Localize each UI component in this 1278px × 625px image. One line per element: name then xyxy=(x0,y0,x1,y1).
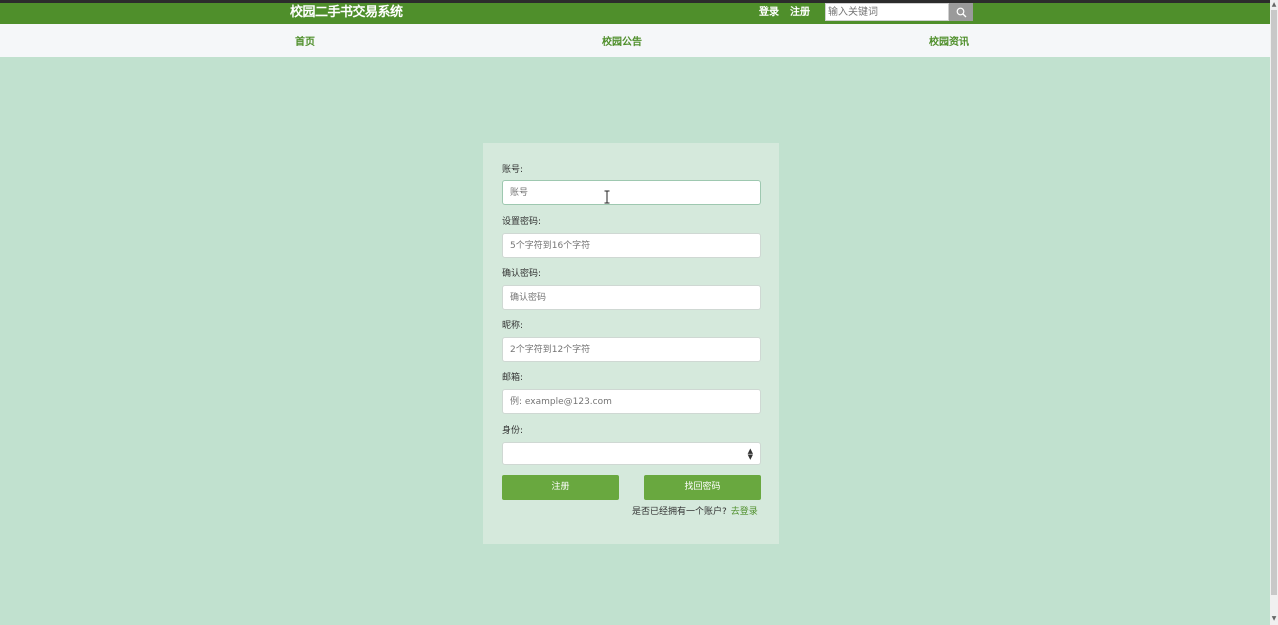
find-password-button[interactable]: 找回密码 xyxy=(644,475,761,500)
identity-label: 身份: xyxy=(502,426,524,436)
set-password-input[interactable] xyxy=(502,233,761,258)
nickname-input[interactable] xyxy=(502,337,761,362)
site-title: 校园二手书交易系统 xyxy=(290,5,403,20)
select-sort-icon: ▲ ▼ xyxy=(747,447,753,461)
have-account-line: 是否已经拥有一个账户? 去登录 xyxy=(632,506,758,518)
nav-campus-notice[interactable]: 校园公告 xyxy=(602,36,642,49)
register-button[interactable]: 注册 xyxy=(502,475,619,500)
scroll-down-arrow-icon[interactable]: ▼ xyxy=(1271,615,1277,623)
nav-home[interactable]: 首页 xyxy=(295,36,315,49)
page: 校园二手书交易系统 登录 注册 首页 校园公告 校园资讯 ▲ ▼ 账号: 设置密… xyxy=(0,0,1278,625)
set-password-label: 设置密码: xyxy=(502,217,542,227)
have-account-text: 是否已经拥有一个账户? xyxy=(632,507,727,517)
text-cursor-icon xyxy=(604,190,610,204)
main-nav: 首页 校园公告 校园资讯 xyxy=(0,24,1270,57)
account-label: 账号: xyxy=(502,165,524,175)
search-input[interactable] xyxy=(825,3,949,21)
go-login-link[interactable]: 去登录 xyxy=(731,507,758,517)
register-link[interactable]: 注册 xyxy=(790,6,810,20)
search-button[interactable] xyxy=(949,3,973,21)
scroll-up-arrow-icon[interactable]: ▲ xyxy=(1271,1,1277,9)
login-link[interactable]: 登录 xyxy=(759,6,779,20)
confirm-password-label: 确认密码: xyxy=(502,269,542,279)
identity-select[interactable]: ▲ ▼ xyxy=(502,442,761,465)
register-form-card: 账号: 设置密码: 确认密码: 昵称: 邮箱: 身份: ▲▼ 注册 找回密码 是… xyxy=(483,143,779,544)
email-label: 邮箱: xyxy=(502,373,524,383)
account-input[interactable] xyxy=(502,180,761,205)
confirm-password-input[interactable] xyxy=(502,285,761,310)
email-input[interactable] xyxy=(502,389,761,414)
scrollbar-thumb[interactable] xyxy=(1271,10,1277,595)
nav-campus-news[interactable]: 校园资讯 xyxy=(929,36,969,49)
nickname-label: 昵称: xyxy=(502,321,524,331)
search-icon xyxy=(956,7,966,17)
header-bar: 校园二手书交易系统 登录 注册 xyxy=(0,3,1270,24)
